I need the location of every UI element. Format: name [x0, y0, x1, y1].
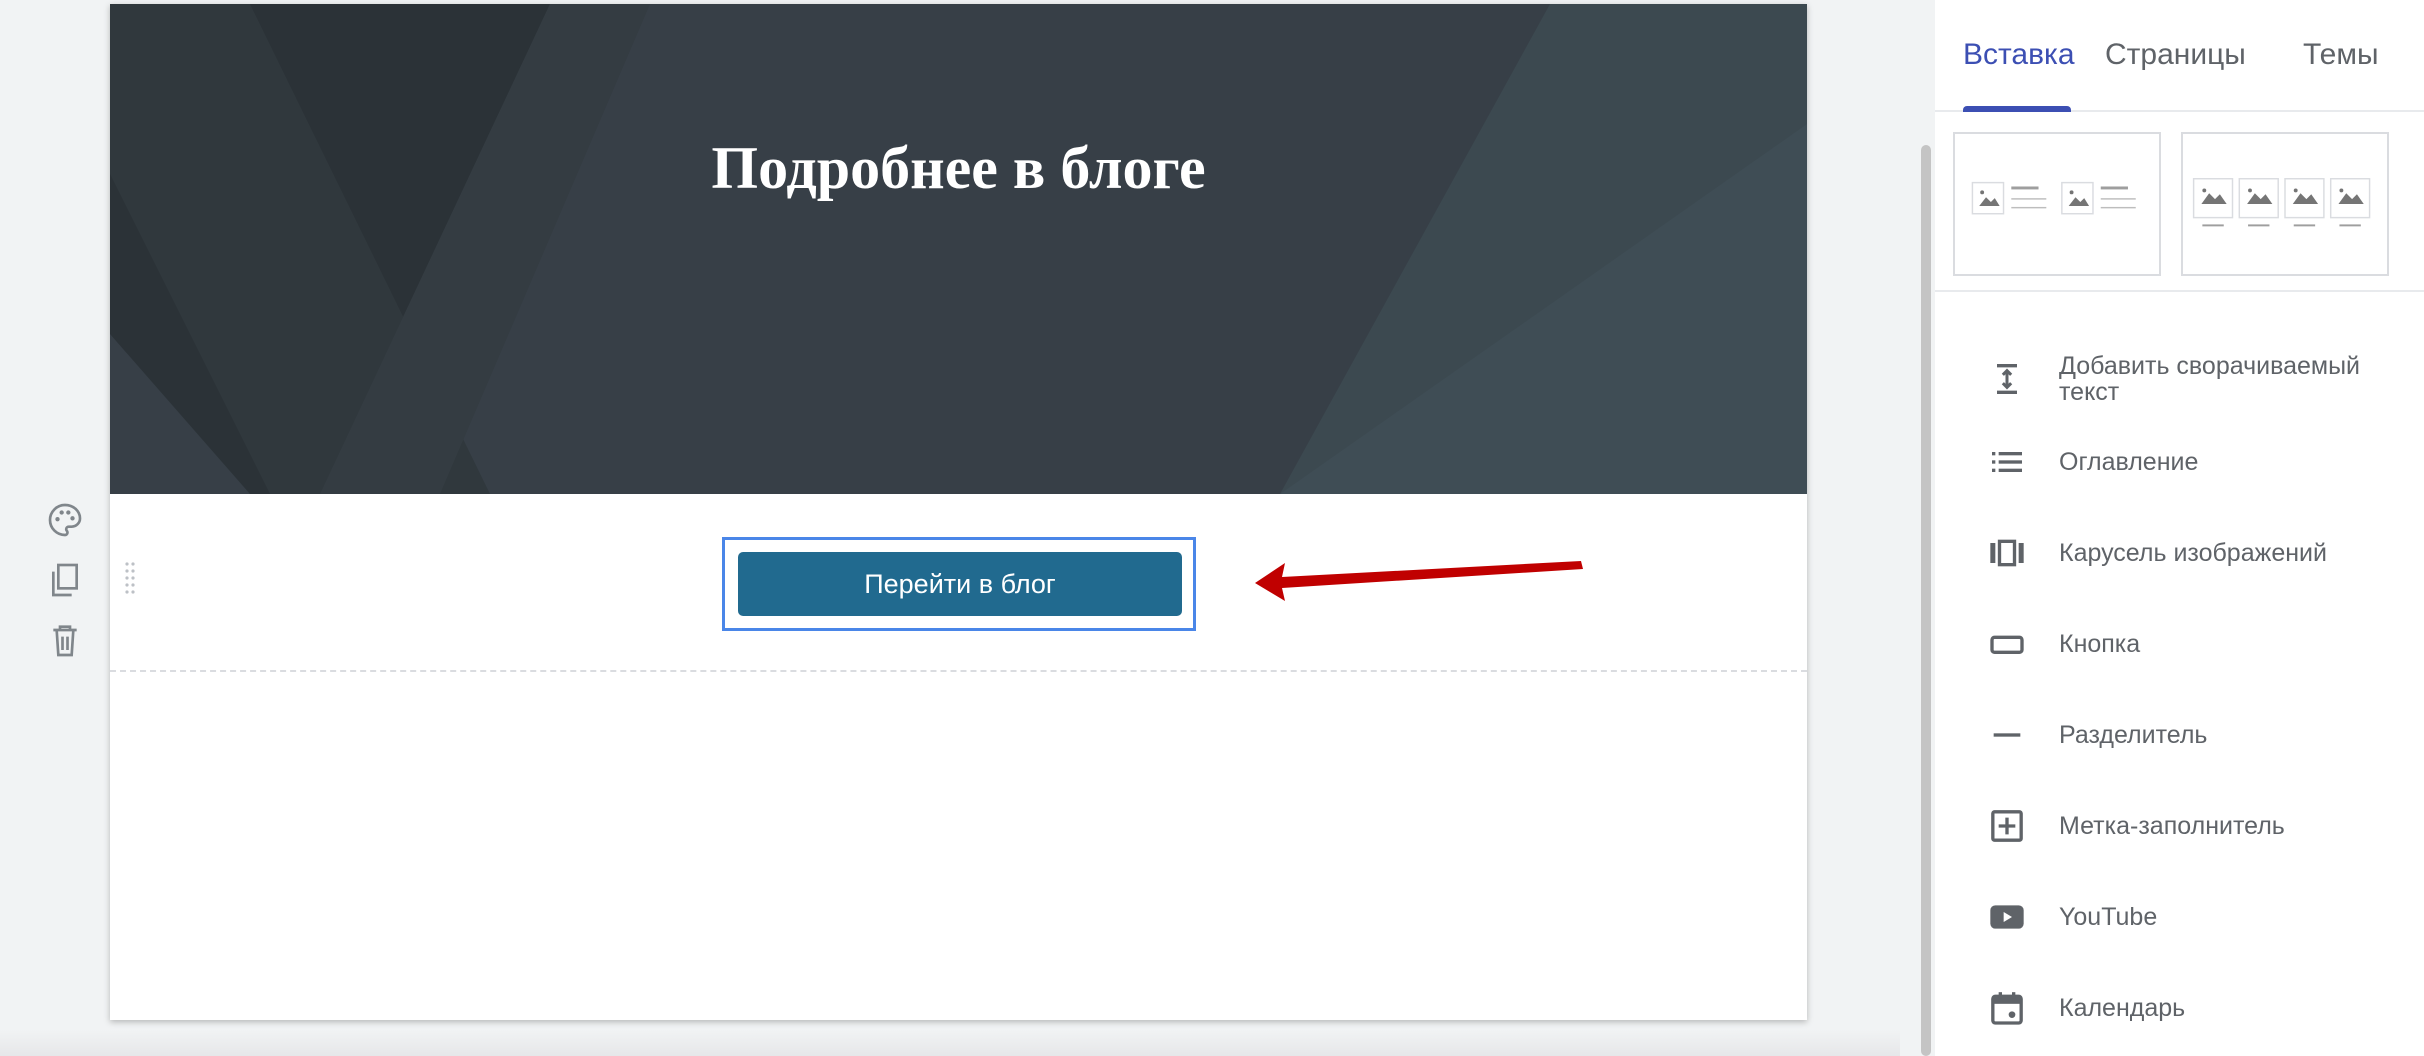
- insert-item-label: YouTube: [2059, 903, 2158, 931]
- insert-item-label: Кнопка: [2059, 630, 2141, 658]
- insert-item-image-carousel[interactable]: Карусель изображений: [1935, 513, 2424, 593]
- layouts-section: [1935, 112, 2424, 292]
- insert-item-calendar[interactable]: Календарь: [1935, 968, 2424, 1048]
- hero-banner[interactable]: Подробнее в блоге: [110, 4, 1807, 494]
- image-carousel-icon: [1987, 533, 2027, 573]
- duplicate-icon: [52, 563, 78, 597]
- placeholder-icon: [1987, 806, 2027, 846]
- calendar-icon: [1987, 988, 2027, 1028]
- insert-item-placeholder[interactable]: Метка-заполнитель: [1935, 786, 2424, 866]
- hero-title[interactable]: Подробнее в блоге: [110, 134, 1807, 203]
- layout-two-images-text[interactable]: [1953, 132, 2161, 276]
- insert-item-label: Карусель изображений: [2059, 539, 2327, 567]
- section-divider: [110, 670, 1807, 672]
- insert-item-label: Разделитель: [2059, 721, 2208, 749]
- button-icon: [1987, 624, 2027, 664]
- insert-item-table-of-contents[interactable]: Оглавление: [1935, 422, 2424, 502]
- insert-item-divider[interactable]: Разделитель: [1935, 695, 2424, 775]
- layout-two-images-text-icon: [1971, 181, 2136, 215]
- canvas-scrollbar-thumb[interactable]: [1921, 145, 1931, 1056]
- insert-item-label: Оглавление: [2059, 448, 2199, 476]
- palette-icon: [48, 503, 82, 537]
- hero-background: [110, 4, 1807, 494]
- tab-themes[interactable]: Темы: [2303, 38, 2379, 72]
- divider-icon: [1987, 715, 2027, 755]
- go-to-blog-button[interactable]: Перейти в блог: [738, 552, 1182, 616]
- layout-four-images-icon: [2192, 177, 2371, 227]
- table-of-contents-icon: [1987, 442, 2027, 482]
- delete-icon: [53, 625, 77, 657]
- sites-editor: Подробнее в блоге Перейти в блог Вставка…: [0, 0, 2424, 1056]
- insert-item-collapsible-text[interactable]: Добавить сворачиваемый текст: [1935, 334, 2424, 424]
- layout-four-images[interactable]: [2181, 132, 2389, 276]
- insert-item-youtube[interactable]: YouTube: [1935, 877, 2424, 957]
- drag-handle[interactable]: [124, 561, 136, 595]
- selected-button-frame[interactable]: Перейти в блог: [722, 537, 1196, 631]
- section-toolbar: [40, 500, 90, 660]
- sidebar: Вставка Страницы Темы Добавить сворачива…: [1935, 0, 2424, 1056]
- drag-handle-icon: [125, 562, 135, 594]
- collapsible-text-icon: [1987, 359, 2027, 399]
- canvas-bottom-area: [0, 1030, 1900, 1056]
- sidebar-tabs: Вставка Страницы Темы: [1935, 0, 2424, 112]
- delete-section-button[interactable]: [43, 620, 87, 660]
- button-section[interactable]: Перейти в блог: [110, 494, 1807, 670]
- insert-item-label: Добавить сворачиваемый текст: [2059, 352, 2361, 406]
- page-canvas: Подробнее в блоге Перейти в блог: [110, 4, 1807, 1020]
- duplicate-section-button[interactable]: [43, 560, 87, 600]
- tab-pages[interactable]: Страницы: [2105, 38, 2246, 72]
- section-background-button[interactable]: [43, 500, 87, 540]
- youtube-icon: [1987, 897, 2027, 937]
- insert-item-label: Метка-заполнитель: [2059, 812, 2285, 840]
- insert-item-label: Календарь: [2059, 994, 2186, 1022]
- insert-item-button[interactable]: Кнопка: [1935, 604, 2424, 684]
- tab-insert[interactable]: Вставка: [1963, 38, 2075, 72]
